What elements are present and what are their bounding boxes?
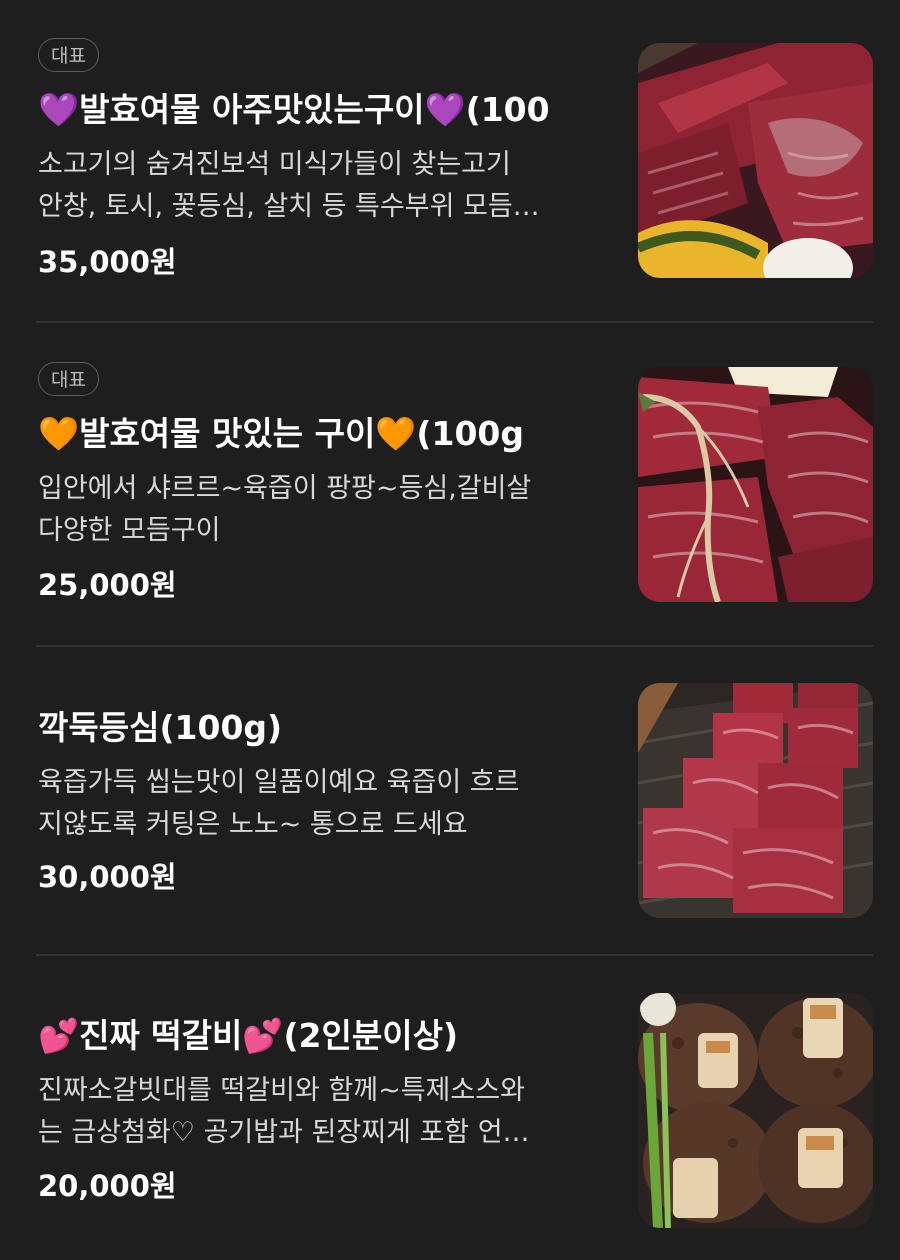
menu-item[interactable]: 대표 🧡발효여물 맛있는 구이🧡(100g 입안에서 샤르르~육즙이 팡팡~등심… — [0, 322, 900, 644]
menu-item-photo[interactable] — [638, 683, 873, 918]
menu-item[interactable]: 💕진짜 떡갈비💕(2인분이상) 진짜소갈빗대를 떡갈비와 함께~특제소스와 는 … — [0, 955, 900, 1260]
signature-badge: 대표 — [38, 362, 99, 396]
description-line: 는 금상첨화♡ 공기밥과 된장찌게 포함 언… — [38, 1117, 530, 1148]
menu-item-price: 25,000원 — [38, 568, 177, 602]
description-line: 입안에서 샤르르~육즙이 팡팡~등심,갈비살 — [38, 473, 532, 504]
menu-item-photo[interactable] — [638, 993, 873, 1228]
menu-item-price: 20,000원 — [38, 1169, 177, 1203]
menu-item-photo[interactable] — [638, 367, 873, 602]
menu-list: 대표 💜발효여물 아주맛있는구이💜(100 소고기의 숨겨진보석 미식가들이 찾… — [0, 0, 900, 1260]
signature-badge: 대표 — [38, 38, 99, 72]
menu-item-title: 깍둑등심(100g) — [38, 708, 283, 747]
beef-photo — [638, 993, 873, 1228]
menu-item-description: 소고기의 숨겨진보석 미식가들이 찾는고기 안창, 토시, 꽃등심, 살치 등 … — [38, 144, 608, 228]
beef-photo — [638, 43, 873, 278]
menu-item[interactable]: 깍둑등심(100g) 육즙가득 씹는맛이 일품이예요 육즙이 흐르 지않도록 커… — [0, 646, 900, 954]
description-line: 지않도록 커팅은 노노~ 통으로 드세요 — [38, 809, 468, 840]
menu-item-title: 💕진짜 떡갈비💕(2인분이상) — [38, 1016, 459, 1055]
description-line: 육즙가득 씹는맛이 일품이예요 육즙이 흐르 — [38, 767, 520, 798]
menu-item-price: 35,000원 — [38, 245, 177, 279]
menu-item-title: 🧡발효여물 맛있는 구이🧡(100g — [38, 414, 524, 453]
menu-item-title: 💜발효여물 아주맛있는구이💜(100 — [38, 90, 550, 129]
description-line: 다양한 모듬구이 — [38, 515, 221, 546]
description-line: 진짜소갈빗대를 떡갈비와 함께~특제소스와 — [38, 1075, 525, 1106]
beef-photo — [638, 683, 873, 918]
menu-item-price: 30,000원 — [38, 860, 177, 894]
menu-item-photo[interactable] — [638, 43, 873, 278]
menu-item-description: 진짜소갈빗대를 떡갈비와 함께~특제소스와 는 금상첨화♡ 공기밥과 된장찌게 … — [38, 1070, 608, 1154]
description-line: 안창, 토시, 꽃등심, 살치 등 특수부위 모듬… — [38, 191, 540, 222]
beef-photo — [638, 367, 873, 602]
description-line: 소고기의 숨겨진보석 미식가들이 찾는고기 — [38, 149, 511, 180]
menu-item[interactable]: 대표 💜발효여물 아주맛있는구이💜(100 소고기의 숨겨진보석 미식가들이 찾… — [0, 0, 900, 322]
menu-item-description: 육즙가득 씹는맛이 일품이예요 육즙이 흐르 지않도록 커팅은 노노~ 통으로 … — [38, 762, 608, 846]
menu-item-description: 입안에서 샤르르~육즙이 팡팡~등심,갈비살 다양한 모듬구이 — [38, 468, 608, 552]
